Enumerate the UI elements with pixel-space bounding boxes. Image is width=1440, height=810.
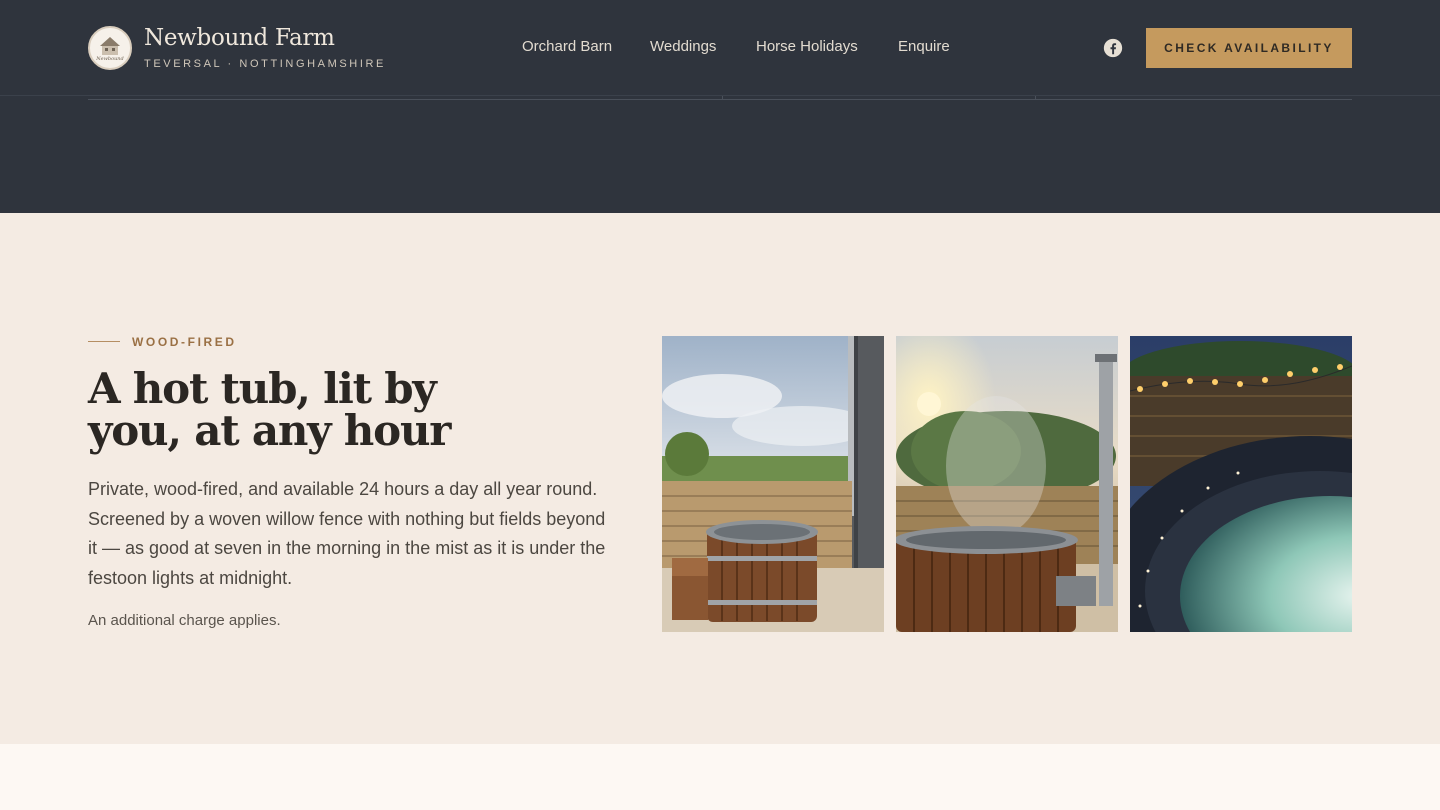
nav-orchard-barn[interactable]: Orchard Barn: [522, 38, 612, 55]
headline-line-2: you, at any hour: [88, 406, 451, 455]
farmhouse-logo-icon: Newbound: [95, 37, 124, 62]
check-availability-button[interactable]: CHECK AVAILABILITY: [1146, 28, 1352, 68]
eyebrow-rule: [88, 341, 120, 342]
section-body: Private, wood-fired, and available 24 ho…: [88, 479, 606, 588]
hot-tub-sunrise-steam-photo[interactable]: [896, 336, 1118, 632]
nav-weddings[interactable]: Weddings: [650, 38, 716, 55]
brand-location: TEVERSAL · NOTTINGHAMSHIRE: [144, 58, 386, 70]
svg-text:Newbound: Newbound: [95, 56, 123, 62]
divider-tick: [722, 96, 723, 100]
hot-tub-night-festoon-photo[interactable]: [1130, 336, 1352, 632]
nav-enquire[interactable]: Enquire: [898, 38, 950, 55]
logo[interactable]: Newbound: [88, 26, 132, 70]
section-headline: A hot tub, lit by you, at any hour: [88, 368, 608, 452]
brand-name[interactable]: Newbound Farm: [144, 25, 335, 51]
site-header: Newbound Newbound Farm TEVERSAL · NOTTIN…: [0, 0, 1440, 96]
section-eyebrow: WOOD-FIRED: [132, 335, 237, 349]
divider: [88, 99, 1352, 100]
nav-horse-holidays[interactable]: Horse Holidays: [756, 38, 858, 55]
hot-tub-daytime-photo[interactable]: [662, 336, 884, 632]
facebook-icon[interactable]: [1103, 38, 1123, 58]
next-section: [0, 744, 1440, 810]
divider-tick: [1035, 96, 1036, 100]
charge-note: An additional charge applies.: [88, 612, 281, 629]
